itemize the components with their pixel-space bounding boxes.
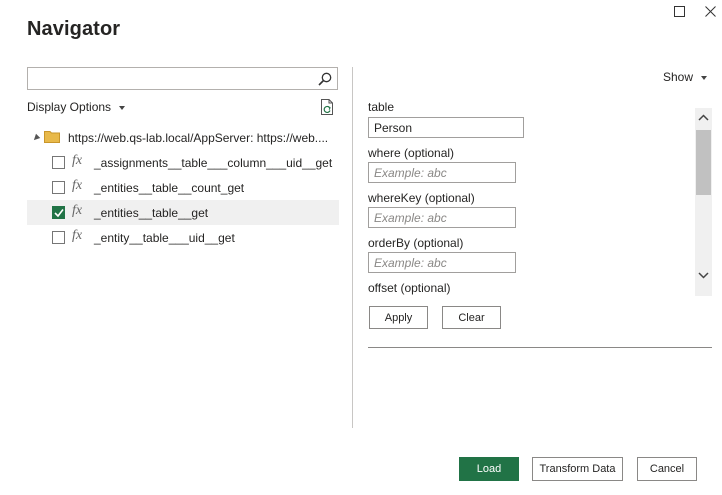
transform-data-button[interactable]: Transform Data (532, 457, 623, 481)
checkmark-icon (54, 209, 64, 218)
search-icon[interactable] (316, 70, 334, 88)
tree-item-label: _entities__table__count_get (94, 181, 245, 195)
param-input-where[interactable]: Example: abc (368, 162, 516, 183)
tree-item-label: _assignments__table___column___uid__get (94, 156, 333, 170)
load-button[interactable]: Load (459, 457, 519, 481)
display-options-label: Display Options (27, 100, 112, 114)
function-icon: fx (72, 178, 83, 193)
chevron-down-icon (119, 105, 126, 110)
checkbox[interactable] (52, 156, 65, 169)
apply-button[interactable]: Apply (369, 306, 428, 329)
tree-item[interactable]: fx _assignments__table___column___uid__g… (27, 150, 339, 175)
param-input-wherekey[interactable]: Example: abc (368, 207, 516, 228)
chevron-down-icon (701, 75, 708, 80)
tree-item[interactable]: fx _entities__table__count_get (27, 175, 339, 200)
expand-arrow-icon[interactable] (31, 133, 41, 143)
tree-item-selected[interactable]: fx _entities__table__get (27, 200, 339, 225)
params-divider (368, 347, 712, 348)
maximize-button[interactable] (668, 2, 690, 20)
close-icon (704, 5, 716, 17)
param-label-orderby: orderBy (optional) (368, 236, 464, 250)
close-button[interactable] (699, 2, 721, 20)
clear-button[interactable]: Clear (442, 306, 501, 329)
params-scrollbar[interactable] (695, 108, 712, 296)
show-label: Show (663, 70, 694, 84)
param-label-table: table (368, 100, 395, 114)
param-label-offset: offset (optional) (368, 281, 451, 295)
show-dropdown[interactable]: Show (663, 70, 708, 84)
tree-item-label: _entities__table__get (94, 206, 209, 220)
scrollbar-thumb[interactable] (696, 130, 711, 195)
param-label-where: where (optional) (368, 146, 455, 160)
search-input[interactable] (28, 68, 313, 89)
display-options-dropdown[interactable]: Display Options (27, 100, 126, 114)
dialog-title: Navigator (27, 18, 121, 40)
panel-divider (352, 67, 353, 428)
refresh-icon[interactable] (319, 98, 336, 116)
checkbox[interactable] (52, 231, 65, 244)
param-label-wherekey: whereKey (optional) (368, 191, 475, 205)
cancel-button[interactable]: Cancel (637, 457, 697, 481)
tree-item[interactable]: fx _entity__table___uid__get (27, 225, 339, 250)
tree-root-label: https://web.qs-lab.local/AppServer: http… (68, 131, 329, 145)
navigator-tree: https://web.qs-lab.local/AppServer: http… (27, 126, 339, 250)
function-icon: fx (72, 228, 83, 243)
tree-item-label: _entity__table___uid__get (94, 231, 235, 245)
chevron-down-icon (698, 271, 709, 279)
search-box[interactable] (27, 67, 338, 90)
chevron-up-icon (698, 113, 709, 121)
checkbox[interactable] (52, 181, 65, 194)
checkbox-checked[interactable] (52, 206, 65, 219)
scroll-down-button[interactable] (695, 266, 712, 284)
param-input-table[interactable]: Person (368, 117, 524, 138)
folder-icon (44, 130, 60, 143)
function-icon: fx (72, 203, 83, 218)
param-input-orderby[interactable]: Example: abc (368, 252, 516, 273)
function-icon: fx (72, 153, 83, 168)
scroll-up-button[interactable] (695, 108, 712, 126)
maximize-icon (673, 5, 685, 17)
tree-root-node[interactable]: https://web.qs-lab.local/AppServer: http… (27, 126, 339, 150)
